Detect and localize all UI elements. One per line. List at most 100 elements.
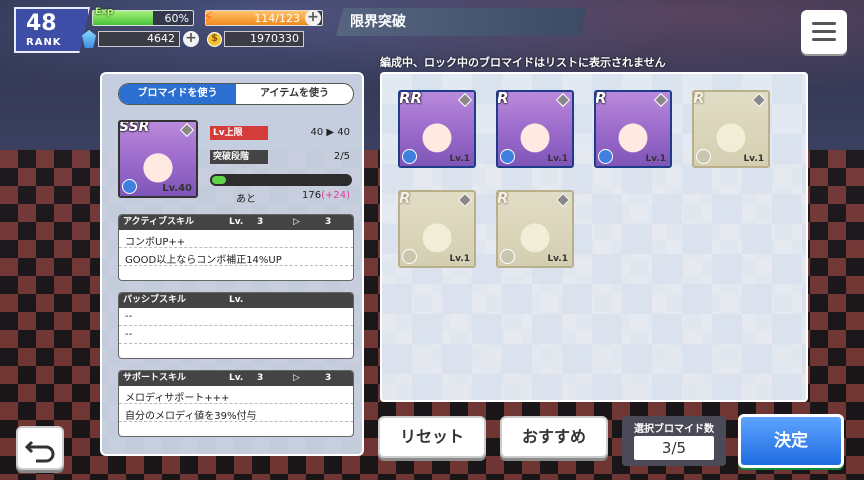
skill-lv-label: Lv. xyxy=(229,217,244,227)
rarity-badge: R xyxy=(399,190,411,207)
skill-header-label: サポートスキル xyxy=(123,373,187,383)
menu-line-icon xyxy=(812,38,836,41)
remain-value: 176 xyxy=(302,190,322,201)
exp-label: Exp xyxy=(95,7,114,17)
stamina-value: 114/123 xyxy=(254,12,300,25)
bromide-list-panel: RR Lv.1 R Lv.1 R Lv.1 R Lv.1 R Lv.1 R Lv.1 xyxy=(380,72,808,402)
bromide-level: Lv.1 xyxy=(743,154,764,164)
tab-use-item[interactable]: アイテムを使う xyxy=(236,84,353,104)
bromide-level: Lv.1 xyxy=(547,154,568,164)
rank-number: 48 xyxy=(26,11,57,36)
selection-count-box: 選択ブロマイド数 3/5 xyxy=(622,416,726,466)
skill-header-label: アクティブスキル xyxy=(123,217,195,227)
attribute-icon xyxy=(402,249,417,264)
bromide-card[interactable]: R Lv.1 xyxy=(496,190,574,268)
gem-plus-button[interactable]: + xyxy=(183,31,199,47)
rarity-badge: R xyxy=(497,190,509,207)
rarity-badge: RR xyxy=(399,90,423,107)
lv-cap-value: 40 ▶ 40 xyxy=(310,127,351,138)
bromide-card[interactable]: R Lv.1 xyxy=(496,90,574,168)
stats-block: Lv上限 40 ▶ 40 突破段階 2/5 あと 176(+24) xyxy=(210,126,352,205)
attribute-icon xyxy=(500,249,515,264)
menu-line-icon xyxy=(812,30,836,33)
bromide-card[interactable]: RR Lv.1 xyxy=(398,90,476,168)
reset-button[interactable]: リセット xyxy=(378,416,486,458)
rank-label: RANK xyxy=(26,37,62,48)
skill-desc: GOOD以上ならコンボ補正14%UP xyxy=(119,248,353,266)
skill-blank-line xyxy=(119,422,353,436)
notice-text: 編成中、ロック中のブロマイドはリストに表示されません xyxy=(380,56,666,69)
stamina-icon: ⚡ xyxy=(203,8,214,26)
skill-desc: -- xyxy=(119,326,353,344)
selection-label: 選択ブロマイド数 xyxy=(634,424,714,435)
page-title: 限界突破 xyxy=(336,8,586,36)
lv-cap-label: Lv上限 xyxy=(210,126,268,140)
skill-lv-from: 3 xyxy=(257,373,264,383)
arrow-right-icon: ▷ xyxy=(293,217,300,227)
gem-count: 4642 xyxy=(98,31,180,47)
tab-use-bromide[interactable]: ブロマイドを使う xyxy=(119,84,236,104)
coin-count: 1970330 xyxy=(224,31,304,47)
selection-value: 3/5 xyxy=(634,436,714,460)
bromide-card[interactable]: R Lv.1 xyxy=(594,90,672,168)
menu-button[interactable] xyxy=(801,10,847,54)
exp-percent: 60% xyxy=(164,12,189,25)
attribute-icon xyxy=(500,149,515,164)
gem-icon xyxy=(82,30,96,48)
rank-badge: 48 RANK xyxy=(14,7,90,53)
skill-lv-label: Lv. xyxy=(229,373,244,383)
decide-button[interactable]: 決定 xyxy=(738,414,844,468)
skill-lv-from: 3 xyxy=(257,217,264,227)
active-skill-box: アクティブスキル Lv. 3 ▷ 3 コンボUP++ GOOD以上ならコンボ補正… xyxy=(118,214,354,281)
back-button[interactable] xyxy=(16,426,64,470)
character-card[interactable]: SSR Lv.40 xyxy=(118,120,198,198)
skill-header: パッシブスキル Lv. xyxy=(119,293,353,308)
bromide-card[interactable]: R Lv.1 xyxy=(398,190,476,268)
remain-value-wrap: 176(+24) xyxy=(302,190,350,201)
recommend-button[interactable]: おすすめ xyxy=(500,416,608,458)
skill-lv-to: 3 xyxy=(325,373,332,383)
attribute-icon xyxy=(122,179,137,194)
bromide-level: Lv.1 xyxy=(449,254,470,264)
rarity-badge: R xyxy=(693,90,705,107)
arrow-right-icon: ▷ xyxy=(293,373,300,383)
skill-lv-label: Lv. xyxy=(229,295,244,305)
remain-label: あと xyxy=(236,194,256,205)
rarity-badge: R xyxy=(497,90,509,107)
character-level: Lv.40 xyxy=(162,183,192,194)
bromide-card[interactable]: R Lv.1 xyxy=(692,90,770,168)
exp-bar: Exp 60% xyxy=(92,7,194,26)
support-skill-box: サポートスキル Lv. 3 ▷ 3 メロディサポート+++ 自分のメロディ値を3… xyxy=(118,370,354,437)
skill-name: -- xyxy=(119,308,353,326)
attribute-icon xyxy=(696,149,711,164)
skill-header: サポートスキル Lv. 3 ▷ 3 xyxy=(119,371,353,386)
menu-line-icon xyxy=(812,22,836,25)
bromide-level: Lv.1 xyxy=(547,254,568,264)
stage-label: 突破段階 xyxy=(210,150,268,164)
coin-icon: $ xyxy=(207,32,222,47)
remain-bonus: (+24) xyxy=(321,190,350,201)
breakthrough-progress-bar xyxy=(210,174,352,186)
skill-header: アクティブスキル Lv. 3 ▷ 3 xyxy=(119,215,353,230)
detail-panel: ブロマイドを使う アイテムを使う SSR Lv.40 Lv上限 40 ▶ 40 … xyxy=(100,72,364,456)
rarity-badge: SSR xyxy=(119,120,150,135)
skill-name: コンボUP++ xyxy=(119,230,353,248)
skill-header-label: パッシブスキル xyxy=(123,295,187,305)
skill-blank-line xyxy=(119,344,353,358)
attribute-icon xyxy=(402,149,417,164)
passive-skill-box: パッシブスキル Lv. -- -- xyxy=(118,292,354,359)
stamina-plus-button[interactable]: + xyxy=(305,10,321,26)
bromide-level: Lv.1 xyxy=(449,154,470,164)
skill-blank-line xyxy=(119,266,353,280)
lv-cap-row: Lv上限 40 ▶ 40 xyxy=(210,126,352,142)
rarity-badge: R xyxy=(595,90,607,107)
top-bar: 48 RANK Exp 60% ⚡ 114/123 + 4642 + $ 197… xyxy=(0,0,864,54)
stage-value: 2/5 xyxy=(333,151,350,162)
bromide-level: Lv.1 xyxy=(645,154,666,164)
back-arrow-icon xyxy=(24,440,55,463)
skill-lv-to: 3 xyxy=(325,217,332,227)
attribute-icon xyxy=(598,149,613,164)
tab-bar: ブロマイドを使う アイテムを使う xyxy=(118,83,354,105)
skill-name: メロディサポート+++ xyxy=(119,386,353,404)
skill-desc: 自分のメロディ値を39%付与 xyxy=(119,404,353,422)
